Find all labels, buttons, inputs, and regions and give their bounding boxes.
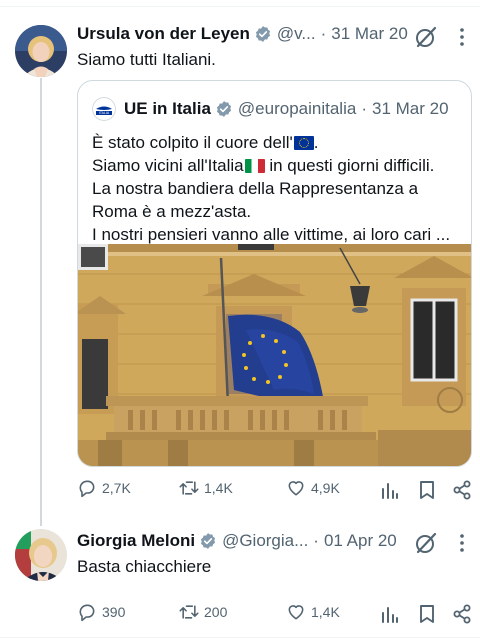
bookmark-icon[interactable] [417,480,437,500]
reply-count: 390 [102,604,126,620]
quote-line-3: La nostra bandiera della Rappresentanza … [92,179,419,198]
share-icon[interactable] [452,480,472,500]
like-count: 1,4K [311,604,340,620]
quote-author-name[interactable]: UE in Italia [124,99,211,119]
grok-icon[interactable] [414,531,438,555]
more-icon[interactable] [452,533,472,553]
bottom-divider [0,637,480,638]
quote-line-4: Roma è a mezz'asta. [92,202,252,221]
quote-line-2: Siamo vicini all'Italia in questi giorni… [92,156,435,175]
retweet-button[interactable]: 200 [179,602,227,622]
quote-author-handle[interactable]: @europainitalia [238,99,356,119]
quote-line-5: I nostri pensieri vanno alle vittime, ai… [92,225,451,244]
quote-avatar-label: ITALIA [99,111,110,115]
tweet-date[interactable]: 31 Mar 20 [331,24,408,44]
separator-dot: · [361,99,367,118]
bookmark-icon[interactable] [417,604,437,624]
reply-button[interactable]: 390 [77,602,125,622]
tweet-header: Ursula von der Leyen @v... · 31 Mar 20 [77,24,408,44]
quote-line-1: È stato colpito il cuore dell'. [92,133,319,152]
thread-connector-line [40,78,42,526]
reply-count: 2,7K [102,480,131,496]
author-name[interactable]: Ursula von der Leyen [77,24,250,44]
like-button[interactable]: 1,4K [286,602,340,622]
tweet-header: Giorgia Meloni @Giorgia... · 01 Apr 20 [77,531,397,551]
like-count: 4,9K [311,480,340,496]
views-icon[interactable] [380,604,400,624]
author-handle[interactable]: @Giorgia... [222,531,308,551]
heart-icon [288,605,304,620]
verified-badge-icon [255,26,270,42]
retweet-icon [179,605,199,619]
avatar-ursula[interactable] [15,25,67,77]
grok-icon[interactable] [414,25,438,49]
retweet-count: 200 [204,604,228,620]
quote-media-image[interactable] [78,244,472,467]
quote-header: ITALIA UE in Italia @europainitalia · 31… [92,97,449,121]
separator-dot: · [320,24,327,43]
tweet-date[interactable]: 01 Apr 20 [324,531,397,551]
quoted-tweet-card[interactable]: ITALIA UE in Italia @europainitalia · 31… [77,80,472,467]
tweet-text: Siamo tutti Italiani. [77,50,216,69]
author-name[interactable]: Giorgia Meloni [77,531,195,551]
eu-flag-icon [293,136,314,150]
top-divider [0,6,480,7]
retweet-count: 1,4K [204,480,233,496]
tweet-actions: 2,7K 1,4K 4,9K [77,478,472,502]
avatar-giorgia[interactable] [15,529,67,581]
like-button[interactable]: 4,9K [286,478,340,498]
share-icon[interactable] [452,604,472,624]
views-icon[interactable] [380,480,400,500]
quote-text: È stato colpito il cuore dell'. Siamo vi… [92,131,464,246]
quote-avatar[interactable]: ITALIA [92,97,116,121]
verified-badge-icon [216,101,231,117]
author-handle[interactable]: @v... [277,24,316,44]
heart-icon [288,481,304,496]
tweet-actions: 390 200 1,4K [77,602,472,626]
retweet-button[interactable]: 1,4K [179,478,233,498]
more-icon[interactable] [452,27,472,47]
quote-date[interactable]: 31 Mar 20 [372,99,449,119]
tweet-text: Basta chiacchiere [77,557,212,576]
reply-icon [79,480,95,498]
verified-badge-icon [201,533,216,549]
retweet-icon [179,481,199,495]
reply-icon [79,604,95,622]
italy-flag-icon [244,159,265,173]
separator-dot: · [313,531,319,550]
reply-button[interactable]: 2,7K [77,478,131,498]
